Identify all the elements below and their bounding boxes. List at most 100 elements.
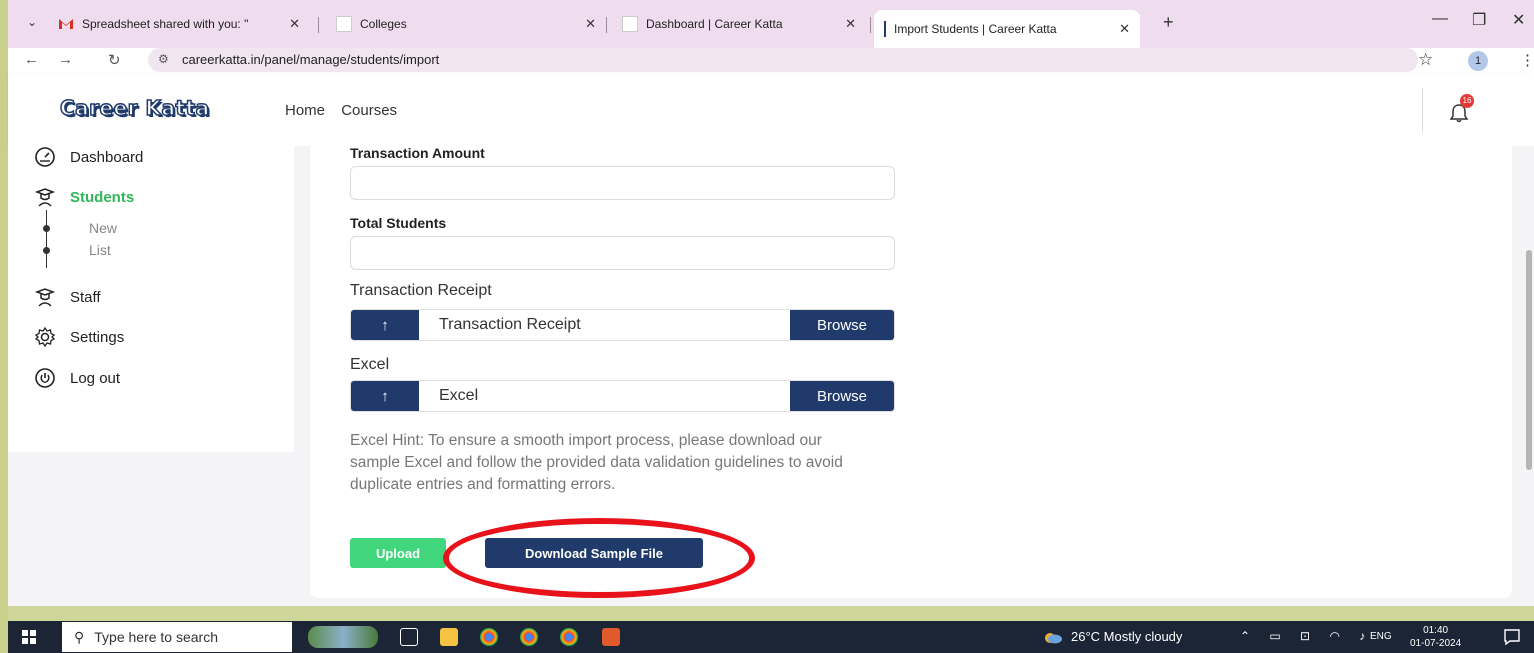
transaction-receipt-file-input[interactable]: ↑ Transaction Receipt Browse xyxy=(350,309,895,341)
tab-import-students[interactable]: Import Students | Career Katta ✕ xyxy=(874,10,1140,48)
file-explorer-icon[interactable] xyxy=(440,628,458,646)
tab-title: Spreadsheet shared with you: " xyxy=(82,17,249,31)
tab-search-chevron-icon[interactable]: ⌄ xyxy=(22,12,42,32)
tab-separator xyxy=(606,17,607,33)
upload-button[interactable]: Upload xyxy=(350,538,446,568)
sidebar-item-label: Students xyxy=(70,188,135,206)
weather-widget[interactable]: 26°C Mostly cloudy xyxy=(1043,629,1182,644)
transaction-amount-label: Transaction Amount xyxy=(350,145,485,161)
sidebar-item-label: Log out xyxy=(70,369,121,387)
gmail-icon xyxy=(59,19,73,29)
gear-icon xyxy=(34,326,56,348)
top-navigation: Home Courses xyxy=(285,102,409,119)
forward-arrow-icon[interactable]: → xyxy=(58,51,73,68)
excel-hint-text: Excel Hint: To ensure a smooth import pr… xyxy=(350,432,843,493)
sidebar-item-logout[interactable]: Log out xyxy=(34,367,120,389)
sidebar-item-staff[interactable]: Staff xyxy=(34,286,101,308)
language-indicator[interactable]: ENG xyxy=(1370,631,1392,642)
sidebar-subitem-list[interactable]: List xyxy=(89,242,111,258)
taskbar-search-box[interactable]: ⚲ Type here to search xyxy=(62,622,292,652)
site-settings-icon[interactable]: ⚙ xyxy=(158,52,169,66)
transaction-receipt-browse-button[interactable]: Browse xyxy=(790,310,894,340)
blank-page-icon xyxy=(884,21,886,37)
search-icon: ⚲ xyxy=(74,628,85,645)
submenu-dot xyxy=(43,247,50,254)
sidebar: Dashboard Students New List Staff Settin… xyxy=(8,146,294,452)
close-tab-icon[interactable]: ✕ xyxy=(845,16,856,32)
windows-start-icon[interactable] xyxy=(22,630,36,644)
excel-file-input[interactable]: ↑ Excel Browse xyxy=(350,380,895,412)
site-header: Career Katta Home Courses 16 xyxy=(8,74,1534,146)
nav-courses-link[interactable]: Courses xyxy=(341,102,397,119)
restore-window-icon[interactable]: ❐ xyxy=(1472,10,1486,30)
total-students-input[interactable] xyxy=(350,236,895,270)
staff-icon xyxy=(34,288,56,307)
sidebar-item-dashboard[interactable]: Dashboard xyxy=(34,146,143,168)
tab-separator xyxy=(870,17,871,33)
nav-home-link[interactable]: Home xyxy=(285,102,325,119)
new-tab-plus-icon[interactable]: + xyxy=(1163,12,1174,33)
submenu-dot xyxy=(43,225,50,232)
windows-taskbar: ⚲ Type here to search 26°C Mostly cloudy… xyxy=(8,621,1534,653)
clock-time: 01:40 xyxy=(1423,625,1449,636)
task-view-icon[interactable] xyxy=(400,628,418,646)
browser-menu-icon[interactable]: ⋮ xyxy=(1520,51,1534,69)
url-text: careerkatta.in/panel/manage/students/imp… xyxy=(182,52,440,67)
search-highlight-icon[interactable] xyxy=(308,626,378,648)
sidebar-subitem-new[interactable]: New xyxy=(89,220,117,236)
taskbar-clock[interactable]: 01:40 01-07-2024 xyxy=(1410,624,1461,650)
excel-filename: Excel xyxy=(439,387,479,404)
upload-arrow-icon[interactable]: ↑ xyxy=(351,381,419,411)
transaction-receipt-filename: Transaction Receipt xyxy=(439,316,581,333)
sidebar-item-settings[interactable]: Settings xyxy=(34,326,124,348)
bookmark-star-icon[interactable]: ☆ xyxy=(1418,50,1433,70)
close-tab-icon[interactable]: ✕ xyxy=(289,16,300,32)
profile-avatar[interactable]: 1 xyxy=(1468,51,1488,71)
student-icon xyxy=(34,188,56,207)
sidebar-item-label: Settings xyxy=(70,328,125,346)
chrome-icon[interactable] xyxy=(480,628,498,646)
excel-label: Excel xyxy=(350,356,390,373)
address-bar[interactable]: ⚙ careerkatta.in/panel/manage/students/i… xyxy=(148,48,1418,72)
excel-browse-button[interactable]: Browse xyxy=(790,381,894,411)
chrome-active-icon[interactable] xyxy=(560,628,578,646)
sidebar-item-label: Staff xyxy=(70,288,101,306)
desktop-background-strip xyxy=(0,0,8,653)
reload-icon[interactable]: ↻ xyxy=(108,51,121,69)
tab-separator xyxy=(318,17,319,33)
tab-title: Import Students | Career Katta xyxy=(894,22,1057,36)
tab-title: Colleges xyxy=(360,17,407,31)
upload-arrow-icon[interactable]: ↑ xyxy=(351,310,419,340)
tab-gmail[interactable]: Spreadsheet shared with you: " ✕ xyxy=(48,10,310,38)
system-tray-icons[interactable]: ⌃ ▭ ⊡ ◠ ♪ xyxy=(1240,629,1373,643)
submenu-connector-line xyxy=(46,210,47,268)
sidebar-item-students[interactable]: Students xyxy=(34,186,134,208)
clock-date: 01-07-2024 xyxy=(1410,638,1462,649)
sidebar-item-label: Dashboard xyxy=(70,148,144,166)
notification-count-badge: 16 xyxy=(1460,94,1474,108)
close-tab-icon[interactable]: ✕ xyxy=(585,16,596,32)
close-window-icon[interactable]: ✕ xyxy=(1512,10,1525,30)
taskbar-search-placeholder: Type here to search xyxy=(94,629,219,645)
power-icon xyxy=(35,368,55,388)
tab-colleges[interactable]: Colleges ✕ xyxy=(326,10,606,38)
transaction-amount-input[interactable] xyxy=(350,166,895,200)
red-highlight-annotation xyxy=(443,518,755,598)
browser-toolbar: ← → ↻ ⚙ careerkatta.in/panel/manage/stud… xyxy=(8,48,1534,74)
minimize-window-icon[interactable]: — xyxy=(1432,10,1448,28)
weather-text: 26°C Mostly cloudy xyxy=(1071,629,1183,644)
tab-title: Dashboard | Career Katta xyxy=(646,17,783,31)
dashboard-gauge-icon xyxy=(35,147,55,167)
transaction-receipt-label: Transaction Receipt xyxy=(350,282,492,299)
header-divider xyxy=(1422,88,1423,132)
total-students-label: Total Students xyxy=(350,215,447,231)
career-katta-logo[interactable]: Career Katta xyxy=(59,95,210,121)
close-tab-icon[interactable]: ✕ xyxy=(1119,21,1130,37)
chrome-profile-icon[interactable] xyxy=(520,628,538,646)
app-icon[interactable] xyxy=(602,628,620,646)
notification-center-icon[interactable] xyxy=(1503,628,1521,646)
back-arrow-icon[interactable]: ← xyxy=(24,51,39,68)
tab-dashboard[interactable]: Dashboard | Career Katta ✕ xyxy=(612,10,866,38)
page-scrollbar[interactable] xyxy=(1526,250,1532,470)
browser-tab-bar: ⌄ Spreadsheet shared with you: " ✕ Colle… xyxy=(8,0,1534,48)
